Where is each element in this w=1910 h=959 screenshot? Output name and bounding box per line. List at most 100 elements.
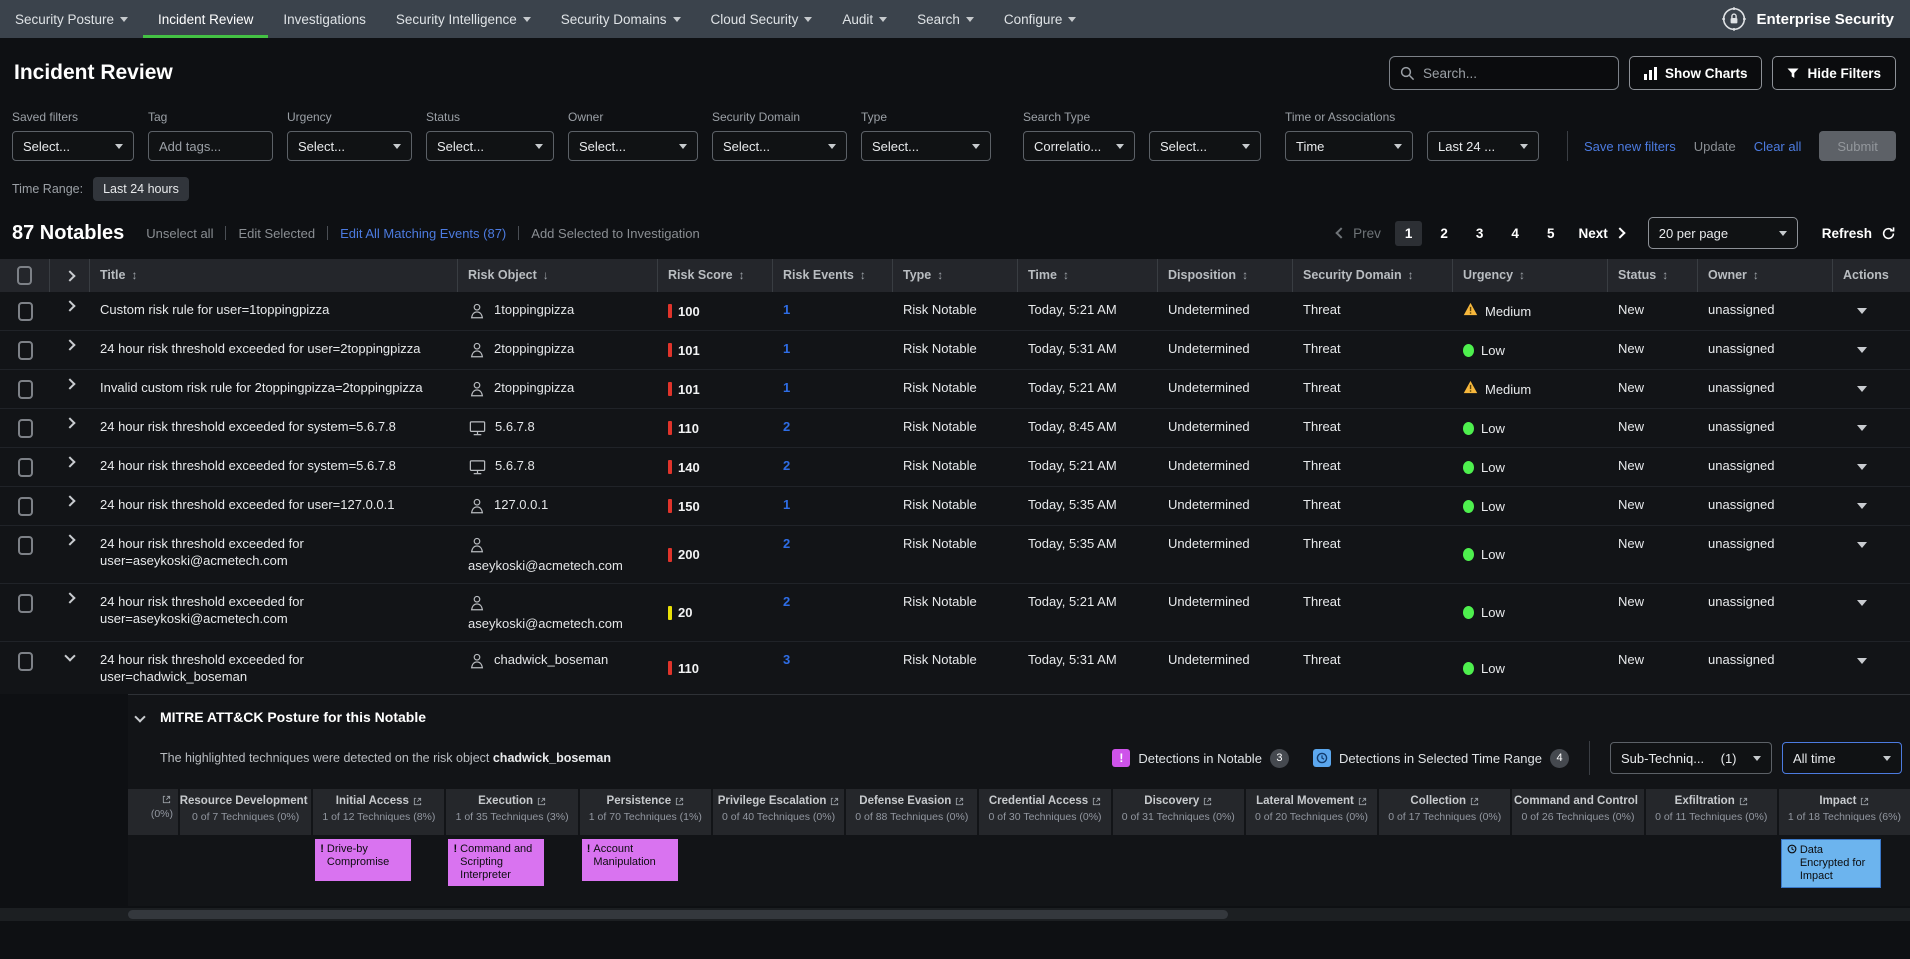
- clear-all-link[interactable]: Clear all: [1754, 139, 1802, 154]
- col-header-risk-score[interactable]: Risk Score: [658, 259, 773, 292]
- page-3-button[interactable]: 3: [1466, 221, 1494, 246]
- row-actions-dropdown[interactable]: [1857, 308, 1867, 314]
- col-header-security-domain[interactable]: Security Domain: [1293, 259, 1453, 292]
- expand-chevron[interactable]: [64, 534, 75, 545]
- per-page-select[interactable]: 20 per page: [1648, 217, 1798, 249]
- risk-events-link[interactable]: 1: [783, 497, 790, 512]
- nav-item-investigations[interactable]: Investigations: [268, 0, 381, 38]
- urgency-select[interactable]: Select...: [287, 131, 412, 161]
- status-select[interactable]: Select...: [426, 131, 554, 161]
- row-checkbox[interactable]: [18, 419, 33, 438]
- row-actions-dropdown[interactable]: [1857, 658, 1867, 664]
- risk-events-link[interactable]: 2: [783, 419, 790, 434]
- mitre-tactic-header[interactable]: Impact 1 of 18 Techniques (6%): [1779, 789, 1910, 835]
- sort-icon[interactable]: [860, 267, 866, 284]
- show-charts-button[interactable]: Show Charts: [1629, 56, 1763, 90]
- row-checkbox[interactable]: [18, 594, 33, 613]
- row-checkbox[interactable]: [18, 497, 33, 516]
- unselect-all-link[interactable]: Unselect all: [146, 226, 213, 241]
- mitre-tactic-header[interactable]: Execution 1 of 35 Techniques (3%): [446, 789, 577, 835]
- tag-input[interactable]: [148, 131, 273, 161]
- col-header-urgency[interactable]: Urgency: [1453, 259, 1608, 292]
- select-all-checkbox[interactable]: [17, 266, 32, 285]
- sort-icon[interactable]: [131, 267, 137, 284]
- edit-selected-link[interactable]: Edit Selected: [238, 226, 315, 241]
- prev-page-button[interactable]: Prev: [1337, 226, 1381, 241]
- risk-events-link[interactable]: 2: [783, 458, 790, 473]
- col-header-type[interactable]: Type: [893, 259, 1018, 292]
- search-type-value-select[interactable]: Select...: [1149, 131, 1261, 161]
- mitre-technique-chip[interactable]: !Drive-by Compromise: [315, 839, 411, 881]
- row-checkbox[interactable]: [18, 536, 33, 555]
- page-5-button[interactable]: 5: [1537, 221, 1565, 246]
- risk-events-link[interactable]: 1: [783, 380, 790, 395]
- expand-chevron[interactable]: [64, 495, 75, 506]
- nav-item-search[interactable]: Search: [902, 0, 989, 38]
- collapse-chevron[interactable]: [134, 711, 145, 722]
- expand-chevron[interactable]: [64, 300, 75, 311]
- page-4-button[interactable]: 4: [1501, 221, 1529, 246]
- row-actions-dropdown[interactable]: [1857, 542, 1867, 548]
- col-header-owner[interactable]: Owner: [1698, 259, 1833, 292]
- time-mode-select[interactable]: Time: [1285, 131, 1413, 161]
- expand-chevron[interactable]: [64, 339, 75, 350]
- scrollbar-thumb[interactable]: [128, 910, 1228, 919]
- col-header-risk-events[interactable]: Risk Events: [773, 259, 893, 292]
- sort-icon[interactable]: [1063, 267, 1069, 284]
- page-2-button[interactable]: 2: [1430, 221, 1458, 246]
- owner-select[interactable]: Select...: [568, 131, 698, 161]
- refresh-button[interactable]: Refresh: [1822, 226, 1896, 241]
- expand-chevron[interactable]: [64, 592, 75, 603]
- mitre-technique-chip[interactable]: !Command and Scripting Interpreter: [448, 839, 544, 886]
- edit-all-matching-link[interactable]: Edit All Matching Events (87): [340, 226, 506, 241]
- mitre-tactic-header[interactable]: Command and Control 0 of 26 Techniques (…: [1512, 789, 1643, 835]
- risk-events-link[interactable]: 3: [783, 652, 790, 667]
- expand-chevron[interactable]: [64, 650, 75, 661]
- row-actions-dropdown[interactable]: [1857, 347, 1867, 353]
- col-header-status[interactable]: Status: [1608, 259, 1698, 292]
- sort-icon[interactable]: [1242, 267, 1248, 284]
- nav-item-audit[interactable]: Audit: [827, 0, 902, 38]
- page-1-button[interactable]: 1: [1395, 221, 1423, 246]
- col-header-title[interactable]: Title: [90, 259, 458, 292]
- sort-icon[interactable]: [1662, 267, 1668, 284]
- nav-item-configure[interactable]: Configure: [989, 0, 1092, 38]
- nav-item-security-intelligence[interactable]: Security Intelligence: [381, 0, 546, 38]
- risk-events-link[interactable]: 2: [783, 536, 790, 551]
- row-checkbox[interactable]: [18, 380, 33, 399]
- row-checkbox[interactable]: [18, 458, 33, 477]
- mitre-tactic-header[interactable]: Persistence 1 of 70 Techniques (1%): [580, 789, 711, 835]
- submit-button[interactable]: Submit: [1819, 131, 1895, 161]
- nav-item-security-posture[interactable]: Security Posture: [0, 0, 143, 38]
- risk-events-link[interactable]: 1: [783, 302, 790, 317]
- risk-events-link[interactable]: 2: [783, 594, 790, 609]
- search-box[interactable]: [1389, 56, 1619, 90]
- col-header-disposition[interactable]: Disposition: [1158, 259, 1293, 292]
- row-checkbox[interactable]: [18, 341, 33, 360]
- risk-events-link[interactable]: 1: [783, 341, 790, 356]
- col-header-risk-object[interactable]: Risk Object: [458, 259, 658, 292]
- mitre-technique-chip[interactable]: !Data Encrypted for Impact: [1781, 839, 1881, 888]
- row-actions-dropdown[interactable]: [1857, 464, 1867, 470]
- hide-filters-button[interactable]: Hide Filters: [1772, 56, 1896, 90]
- type-select[interactable]: Select...: [861, 131, 991, 161]
- mitre-tactic-header[interactable]: Exfiltration 0 of 11 Techniques (0%): [1646, 789, 1777, 835]
- horizontal-scrollbar[interactable]: [0, 908, 1910, 921]
- nav-item-incident-review[interactable]: Incident Review: [143, 0, 268, 38]
- sub-techniques-select[interactable]: Sub-Techniq...(1): [1610, 742, 1772, 774]
- row-actions-dropdown[interactable]: [1857, 425, 1867, 431]
- row-actions-dropdown[interactable]: [1857, 503, 1867, 509]
- mitre-tactic-header[interactable]: Initial Access 1 of 12 Techniques (8%): [313, 789, 444, 835]
- search-type-select[interactable]: Correlatio...: [1023, 131, 1135, 161]
- mitre-tactic-header[interactable]: Privilege Escalation 0 of 40 Techniques …: [713, 789, 844, 835]
- expand-chevron[interactable]: [64, 378, 75, 389]
- search-input[interactable]: [1423, 66, 1593, 81]
- mitre-tactic-header[interactable]: Discovery 0 of 31 Techniques (0%): [1113, 789, 1244, 835]
- expand-all-chevron[interactable]: [64, 270, 75, 281]
- row-actions-dropdown[interactable]: [1857, 600, 1867, 606]
- sort-icon[interactable]: [1753, 267, 1759, 284]
- expand-chevron[interactable]: [64, 417, 75, 428]
- mitre-tactic-header[interactable]: (0%): [128, 789, 178, 835]
- col-header-time[interactable]: Time: [1018, 259, 1158, 292]
- time-window-select[interactable]: All time: [1782, 742, 1902, 774]
